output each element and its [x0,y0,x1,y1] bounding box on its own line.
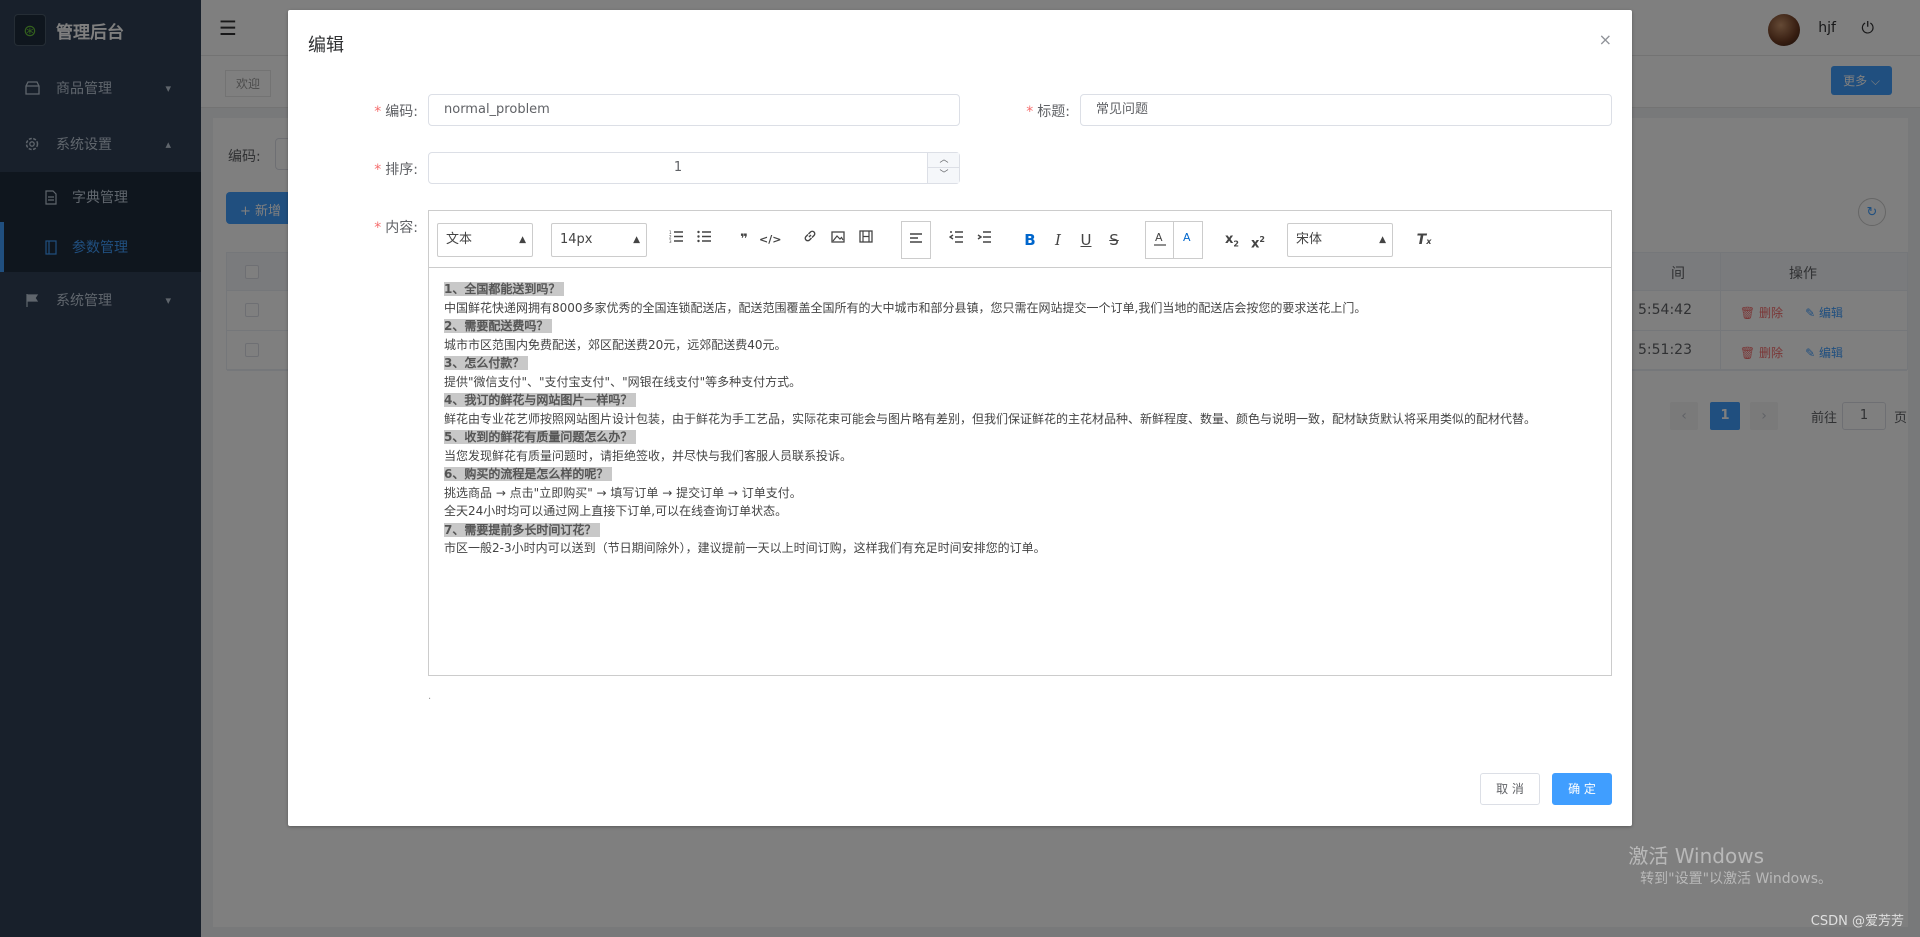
answer-line: 市区一般2-3小时内可以送到（节日期间除外），建议提前一天以上时间订购，这样我们… [444,541,1046,555]
question-line: 3、怎么付款？ [444,354,1596,373]
answer-line: 全天24小时均可以通过网上直接下订单,可以在线查询订单状态。 [444,504,788,518]
code-block-icon[interactable]: </> [759,228,781,252]
question-line: 5、收到的鲜花有质量问题怎么办？ [444,428,1596,447]
edit-dialog: 编辑 × * 编码: normal_problem * 标题: 常见问题 * 排序: … [288,10,1632,826]
content-label: * 内容: [374,220,418,236]
cancel-button[interactable]: 取 消 [1480,773,1540,805]
align-select[interactable] [901,221,931,259]
clear-format-icon[interactable]: Tx [1413,228,1435,252]
question-line: 7、需要提前多长时间订花？ [444,521,1596,540]
header-select[interactable]: 文本 ▲ [437,223,533,257]
dialog-title: 编辑 [308,35,344,56]
image-icon[interactable] [827,228,849,252]
question-line: 1、全国都能送到吗？ [444,280,1596,299]
increase-icon[interactable]: ︿ [928,153,960,168]
italic-icon[interactable]: I [1047,228,1069,252]
select-caret-icon: ▲ [519,235,526,245]
answer-line: 提供"微信支付"、"支付宝支付"、"网银在线支付"等多种支付方式。 [444,374,802,389]
link-icon[interactable] [799,228,821,252]
underline-icon[interactable]: U [1075,228,1097,252]
windows-activation-title: 激活 Windows [1628,844,1764,868]
superscript-icon[interactable]: x2 [1247,228,1269,252]
background-color-picker[interactable]: A [1173,221,1203,259]
ordered-list-icon[interactable]: 123 [665,228,687,252]
answer-line: 城市市区范围内免费配送，郊区配送费20元，远郊配送费40元。 [444,337,787,352]
bullet-list-icon[interactable] [693,228,715,252]
answer-line: 鲜花由专业花艺师按照网站图片设计包装，由于鲜花为手工艺品，实际花束可能会与图片略… [444,411,1537,426]
select-caret-icon: ▲ [1379,235,1386,245]
csdn-watermark: CSDN @爱芳芳 [1810,914,1904,929]
font-color-picker[interactable]: A [1145,221,1175,259]
title-input[interactable]: 常见问题 [1080,94,1612,126]
answer-line: 挑选商品 → 点击"立即购买" → 填写订单 → 提交订单 → 订单支付。 [444,485,802,500]
indent-increase-icon[interactable] [973,228,995,252]
confirm-button[interactable]: 确 定 [1552,773,1612,805]
editor-toolbar: 文本 ▲ 14px ▲ 123 ❞ </> B I U S A A x2 x2 … [429,211,1611,268]
close-icon[interactable]: × [1599,30,1612,49]
question-line: 6、购买的流程是怎么样的呢？ [444,465,1596,484]
bold-icon[interactable]: B [1019,228,1041,252]
code-input[interactable]: normal_problem [428,94,960,126]
svg-text:A: A [1183,231,1191,244]
answer-line: 当您发现鲜花有质量问题时，请拒绝签收，并尽快与我们客服人员联系投诉。 [444,448,853,463]
rich-text-editor: 文本 ▲ 14px ▲ 123 ❞ </> B I U S A A x2 x2 … [428,210,1612,676]
windows-activation-hint: 转到"设置"以激活 Windows。 [1640,871,1832,887]
select-caret-icon: ▲ [633,235,640,245]
number-stepper: ︿ ﹀ [927,153,960,183]
decrease-icon[interactable]: ﹀ [928,168,960,183]
svg-text:3: 3 [669,239,672,243]
indent-decrease-icon[interactable] [945,228,967,252]
video-icon[interactable] [855,228,877,252]
svg-text:A: A [1155,231,1163,244]
title-label: * 标题: [1026,104,1070,120]
editor-content[interactable]: 1、全国都能送到吗？ 中国鲜花快递网拥有8000多家优秀的全国连锁配送店，配送范… [429,268,1611,675]
font-family-select[interactable]: 宋体 ▲ [1287,223,1393,257]
question-line: 2、需要配送费吗？ [444,317,1596,336]
sort-value: 1 [673,160,683,175]
sort-number-input[interactable]: 1 ︿ ﹀ [428,152,960,184]
font-size-select[interactable]: 14px ▲ [551,223,647,257]
sort-label: * 排序: [374,162,418,178]
form-dot: · [428,694,432,705]
answer-line: 中国鲜花快递网拥有8000多家优秀的全国连锁配送店，配送范围覆盖全国所有的大中城… [444,300,1367,315]
question-line: 4、我订的鲜花与网站图片一样吗？ [444,391,1596,410]
code-label: * 编码: [374,104,418,120]
blockquote-icon[interactable]: ❞ [733,228,755,252]
subscript-icon[interactable]: x2 [1221,228,1243,252]
strike-icon[interactable]: S [1103,228,1125,252]
